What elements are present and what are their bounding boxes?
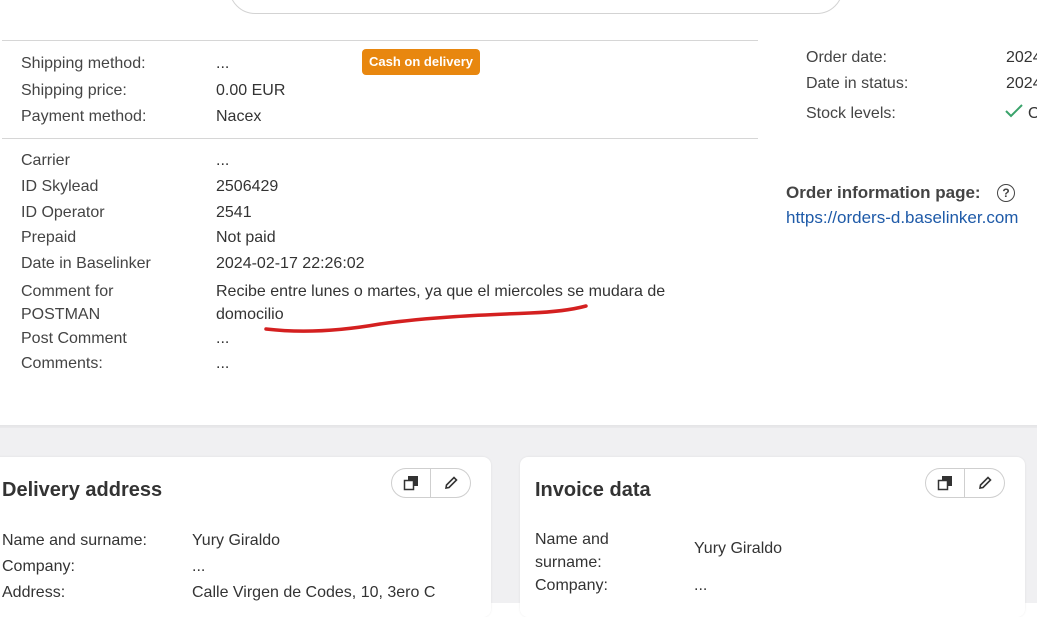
prepaid-value: Not paid — [216, 229, 276, 246]
id-operator-label: ID Operator — [21, 204, 105, 221]
search-bar[interactable] — [229, 0, 843, 14]
delivery-address-title: Delivery address — [2, 479, 163, 501]
copy-button[interactable] — [391, 468, 431, 498]
invoice-name-label: Name and surname: — [535, 531, 609, 571]
divider-top — [2, 40, 758, 41]
comment-for-postman-label: Comment for POSTMAN — [21, 283, 114, 323]
comment-for-postman-value: Recibe entre lunes o martes, ya que el m… — [216, 283, 666, 323]
invoice-data-card: Invoice data Name and surname: Yury Gira… — [520, 457, 1025, 617]
delivery-name-value: Yury Giraldo — [192, 532, 281, 549]
delivery-address-label: Address: — [2, 584, 66, 601]
carrier-value: ... — [216, 152, 230, 169]
comments-value: ... — [216, 355, 230, 372]
comments-label: Comments: — [21, 355, 103, 372]
shipping-price-label: Shipping price: — [21, 82, 127, 99]
post-comment-value: ... — [216, 330, 230, 347]
order-info-link[interactable]: https://orders-d.baselinker.com — [786, 208, 1018, 228]
carrier-label: Carrier — [21, 152, 70, 169]
shipping-price-value: 0.00 EUR — [216, 82, 286, 99]
date-in-status-label: Date in status: — [806, 75, 909, 92]
copy-icon — [403, 476, 418, 491]
delivery-company-label: Company: — [2, 558, 75, 575]
pencil-icon — [978, 476, 992, 489]
stock-levels-value: O — [1028, 105, 1037, 122]
id-skylead-label: ID Skylead — [21, 178, 99, 195]
delivery-address-value: Calle Virgen de Codes, 10, 3ero C — [192, 584, 436, 601]
copy-icon — [937, 476, 952, 491]
delivery-name-label: Name and surname: — [2, 532, 147, 549]
invoice-data-title: Invoice data — [535, 479, 651, 501]
edit-button[interactable] — [965, 468, 1005, 498]
shipping-method-value: ... — [216, 55, 230, 72]
prepaid-label: Prepaid — [21, 229, 77, 246]
invoice-name-value: Yury Giraldo — [694, 540, 783, 557]
cash-on-delivery-badge: Cash on delivery — [362, 49, 481, 75]
divider-middle — [2, 138, 758, 139]
payment-method-value: Nacex — [216, 108, 262, 125]
payment-method-label: Payment method: — [21, 108, 147, 125]
order-date-label: Order date: — [806, 49, 887, 66]
date-in-baselinker-value: 2024-02-17 22:26:02 — [216, 255, 365, 272]
delivery-address-card: Delivery address Name and surname: Yury … — [0, 457, 491, 617]
date-in-baselinker-label: Date in Baselinker — [21, 255, 151, 272]
invoice-company-label: Company: — [535, 577, 608, 594]
id-operator-value: 2541 — [216, 204, 252, 221]
check-icon — [1005, 104, 1023, 118]
edit-button[interactable] — [431, 468, 471, 498]
date-in-status-value: 2024 — [1006, 75, 1037, 92]
post-comment-label: Post Comment — [21, 330, 127, 347]
copy-button[interactable] — [925, 468, 965, 498]
delivery-company-value: ... — [192, 558, 206, 575]
shipping-method-label: Shipping method: — [21, 55, 146, 72]
id-skylead-value: 2506429 — [216, 178, 279, 195]
stock-levels-label: Stock levels: — [806, 105, 896, 122]
order-info-title: Order information page: — [786, 183, 981, 202]
help-circle-icon[interactable]: ? — [997, 184, 1015, 202]
pencil-icon — [444, 476, 458, 489]
order-date-value: 2024 — [1006, 49, 1037, 66]
invoice-company-value: ... — [694, 577, 708, 594]
